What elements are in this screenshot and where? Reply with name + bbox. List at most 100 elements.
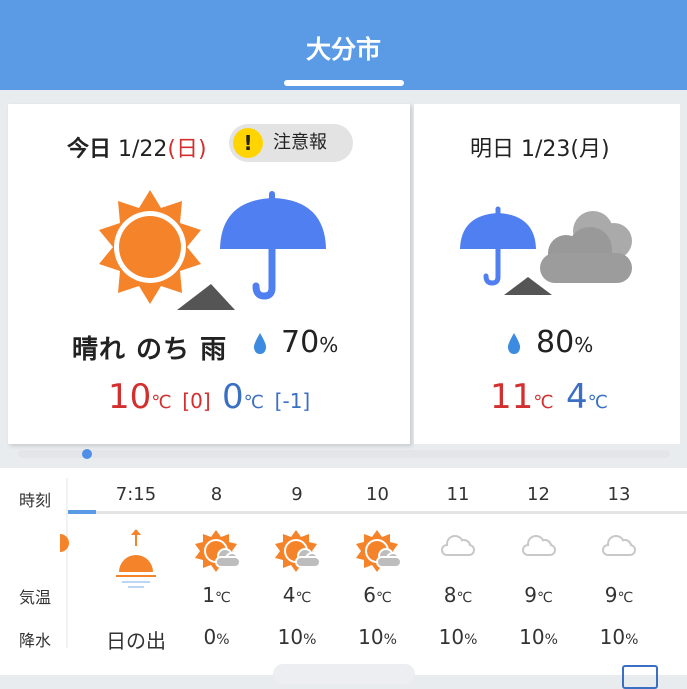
tomorrow-high-value: 11	[490, 377, 534, 417]
warning-icon: !	[233, 128, 263, 158]
today-low-unit: ℃	[243, 392, 264, 413]
rain-then-cloudy-icon	[460, 206, 632, 295]
today-high: 10℃ [0]	[108, 377, 211, 417]
hour-label: 9	[291, 484, 303, 505]
hour-precip-value: 0	[203, 625, 217, 649]
raindrop-icon	[507, 333, 521, 354]
today-high-unit: ℃	[151, 392, 172, 413]
today-label: 今日	[67, 137, 112, 162]
today-low-diff: [-1]	[274, 389, 311, 413]
hour-label: 7:15	[115, 484, 157, 505]
hour-temp: 9℃	[504, 583, 574, 607]
sunny-cloud-icon	[194, 530, 241, 572]
hour-temp-value: 9	[524, 583, 537, 607]
hour-temp: 9℃	[584, 583, 654, 607]
tomorrow-high: 11℃	[490, 377, 553, 417]
arrow-icon	[177, 284, 235, 310]
hour-temp-unit: ℃	[295, 590, 312, 606]
hour-precip: 10%	[504, 625, 574, 649]
sun-icon	[99, 190, 201, 304]
raindrop-icon	[253, 333, 267, 354]
hour-precip-value: 10	[438, 625, 465, 649]
hour-precip: 日の出	[101, 625, 171, 654]
cloud-icon	[441, 535, 475, 556]
bottom-tab[interactable]	[273, 664, 415, 684]
hour-temp-unit: ℃	[456, 590, 473, 606]
sunny-cloud-icon	[275, 530, 321, 572]
today-precip: 70%	[281, 325, 338, 360]
arrow-icon	[504, 277, 552, 295]
hour-precip-value: 日の出	[106, 629, 166, 653]
today-precip-unit: %	[319, 333, 339, 357]
hour-precip: 10%	[343, 625, 413, 649]
cloud-icon	[540, 211, 632, 283]
hour-precip: 10%	[423, 625, 493, 649]
row-label-time: 時刻	[19, 491, 52, 510]
hour-label: 11	[446, 484, 470, 505]
hour-precip: 10%	[262, 625, 332, 649]
hour-precip: 0%	[182, 625, 252, 649]
hour-precip: 10%	[584, 625, 654, 649]
calendar-icon[interactable]	[622, 665, 658, 689]
tomorrow-low-value: 4	[566, 377, 588, 417]
hourly-scrollbar[interactable]	[18, 450, 670, 458]
hour-label: 10	[366, 484, 389, 505]
tomorrow-date-value: 1/23	[521, 137, 571, 162]
alert-badge[interactable]: ! 注意報	[229, 124, 353, 162]
city-title: 大分市	[305, 35, 381, 64]
hour-temp: 6℃	[343, 583, 413, 607]
hour-precip-unit: %	[464, 632, 478, 648]
tomorrow-low: 4℃	[566, 377, 608, 417]
hour-temp: 4℃	[262, 583, 332, 607]
hour-temp-unit: ℃	[537, 590, 553, 606]
alert-label: 注意報	[273, 132, 327, 153]
hour-temp: 8℃	[423, 583, 493, 607]
cloud-icon	[521, 535, 556, 556]
hour-temp-value: 4	[282, 583, 296, 607]
hour-precip-value: 10	[519, 625, 545, 649]
hour-temp: 1℃	[182, 583, 252, 607]
today-date-value: 1/22	[118, 137, 168, 162]
hour-precip-unit: %	[303, 632, 317, 648]
sunny-cloud-icon	[60, 534, 69, 552]
hour-temp-value: 6	[363, 583, 376, 607]
today-high-diff: [0]	[182, 389, 211, 413]
sunrise-icon	[116, 529, 156, 588]
today-high-value: 10	[108, 377, 152, 417]
scroll-indicator[interactable]	[82, 449, 92, 459]
hour-precip-unit: %	[383, 632, 397, 648]
today-low-value: 0	[222, 377, 244, 417]
today-low: 0℃ [-1]	[222, 377, 310, 417]
tomorrow-date: 明日 1/23(月)	[470, 131, 610, 163]
hour-precip-unit: %	[216, 632, 230, 648]
hour-temp-unit: ℃	[376, 590, 392, 606]
tomorrow-label: 明日	[470, 137, 515, 162]
tab-indicator	[284, 80, 404, 86]
today-weekday: (日)	[167, 137, 207, 162]
hour-label: 12	[527, 484, 550, 505]
today-date: 今日 1/22(日)	[67, 131, 207, 163]
hour-temp-unit: ℃	[215, 590, 231, 606]
hour-label: 8	[210, 484, 223, 505]
hour-temp-value: 1	[202, 583, 215, 607]
tomorrow-weekday: (月)	[570, 137, 610, 162]
row-label-precip: 降水	[19, 631, 52, 650]
hour-temp-value: 8	[443, 583, 457, 607]
umbrella-icon	[460, 206, 536, 286]
sunny-cloud-icon	[355, 530, 402, 572]
hour-precip-value: 10	[358, 625, 384, 649]
tomorrow-high-unit: ℃	[533, 392, 554, 413]
time-axis-marker	[68, 510, 96, 514]
hour-label: 13	[607, 484, 631, 505]
tomorrow-precip-value: 80	[536, 325, 575, 360]
app-header: 大分市	[0, 0, 687, 90]
today-precip-value: 70	[281, 325, 320, 360]
hour-precip-value: 10	[277, 625, 304, 649]
hour-temp-value: 9	[604, 583, 618, 607]
row-label-temp: 気温	[19, 588, 52, 607]
hour-temp-unit: ℃	[617, 590, 634, 606]
cloud-icon	[602, 535, 636, 556]
tomorrow-precip: 80%	[536, 325, 593, 360]
time-axis-line	[95, 511, 687, 514]
tomorrow-low-unit: ℃	[587, 392, 608, 413]
